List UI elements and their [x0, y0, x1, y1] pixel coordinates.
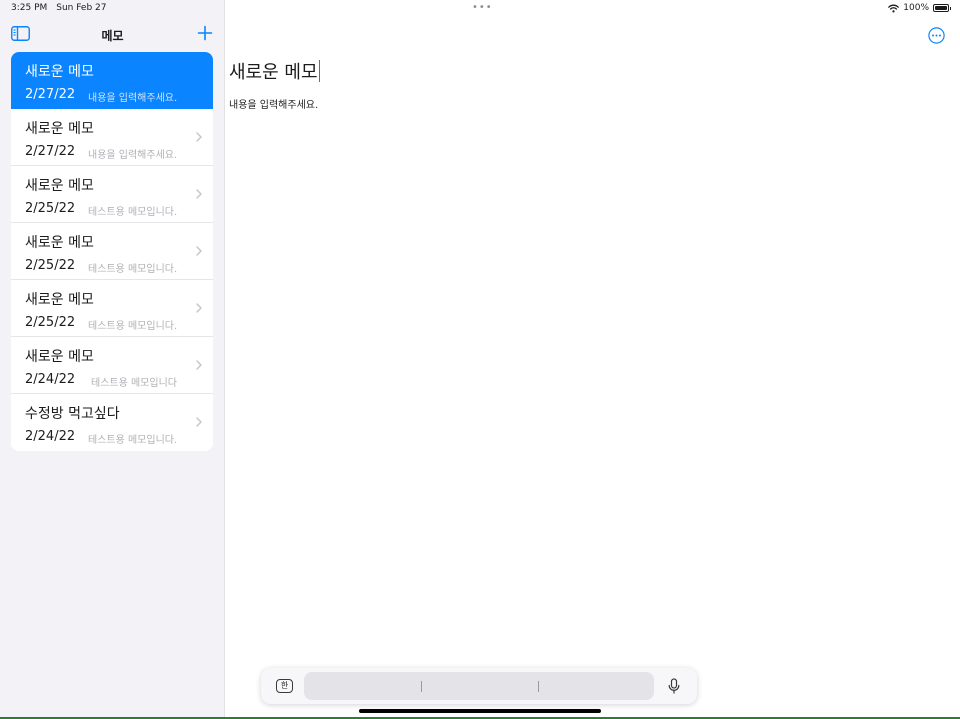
- memo-title: 새로운 메모: [25, 64, 94, 80]
- memo-preview: 테스트용 메모입니다.: [88, 264, 178, 275]
- memo-date: 2/25/22: [25, 201, 76, 216]
- memo-title: 수정방 먹고싶다: [25, 406, 120, 422]
- status-date: Sun Feb 27: [56, 3, 107, 13]
- memo-row[interactable]: 새로운 메모 2/24/22 테스트용 메모입니다: [11, 337, 213, 394]
- sidebar-title: 메모: [101, 29, 124, 43]
- memo-list: 새로운 메모 2/27/22 내용을 입력해주세요. 새로운 메모 2/27/2…: [11, 52, 213, 451]
- chevron-right-icon: [196, 132, 202, 142]
- note-body-field[interactable]: 내용을 입력해주세요.: [229, 96, 318, 111]
- chevron-right-icon: [196, 246, 202, 256]
- memo-date: 2/25/22: [25, 315, 76, 330]
- memo-title: 새로운 메모: [25, 349, 94, 365]
- memo-row[interactable]: 새로운 메모 2/27/22 내용을 입력해주세요.: [11, 109, 213, 166]
- memo-preview: 테스트용 메모입니다.: [88, 435, 178, 446]
- memo-row[interactable]: 수정방 먹고싶다 2/24/22 테스트용 메모입니다.: [11, 394, 213, 451]
- memo-preview: 테스트용 메모입니다: [91, 378, 177, 389]
- note-title-text: 새로운 메모: [229, 62, 318, 83]
- memo-date: 2/27/22: [25, 87, 76, 102]
- memo-row[interactable]: 새로운 메모 2/25/22 테스트용 메모입니다.: [11, 223, 213, 280]
- battery-icon: [933, 4, 951, 12]
- note-title-field[interactable]: 새로운 메모: [229, 58, 320, 84]
- text-cursor: [318, 60, 320, 82]
- memo-row[interactable]: 새로운 메모 2/25/22 테스트용 메모입니다.: [11, 280, 213, 337]
- chevron-right-icon: [196, 189, 202, 199]
- memo-preview: 내용을 입력해주세요.: [88, 93, 178, 104]
- memo-row-selected[interactable]: 새로운 메모 2/27/22 내용을 입력해주세요.: [11, 52, 213, 109]
- suggestion-divider: [538, 681, 539, 692]
- chevron-right-icon: [196, 303, 202, 313]
- multitasking-handle[interactable]: •••: [472, 3, 493, 13]
- memo-date: 2/27/22: [25, 144, 76, 159]
- sidebar-header: 메모: [0, 22, 225, 48]
- screen: 메모 새로운 메모 2/27/22 내용을 입력해주세요. 새로운 메모 2/2…: [0, 0, 960, 719]
- microphone-icon[interactable]: [667, 678, 681, 694]
- chevron-right-icon: [196, 417, 202, 427]
- memo-title: 새로운 메모: [25, 178, 94, 194]
- memo-date: 2/24/22: [25, 429, 76, 444]
- status-time: 3:25 PM: [11, 3, 48, 13]
- memo-date: 2/25/22: [25, 258, 76, 273]
- plus-icon[interactable]: [197, 25, 213, 41]
- sidebar: 메모 새로운 메모 2/27/22 내용을 입력해주세요. 새로운 메모 2/2…: [0, 0, 225, 719]
- battery-percent: 100%: [903, 3, 929, 13]
- status-bar-left: 3:25 PM Sun Feb 27: [11, 3, 107, 13]
- status-bar-right: 100%: [888, 3, 951, 13]
- predictive-text-bar[interactable]: [304, 672, 654, 700]
- ellipsis-circle-icon[interactable]: [928, 27, 945, 44]
- keyboard-shortcut-bar: 한: [261, 668, 697, 704]
- memo-preview: 내용을 입력해주세요.: [88, 150, 178, 161]
- memo-date: 2/24/22: [25, 372, 76, 387]
- memo-preview: 테스트용 메모입니다.: [88, 207, 178, 218]
- memo-title: 새로운 메모: [25, 235, 94, 251]
- wifi-icon: [888, 4, 900, 12]
- memo-row[interactable]: 새로운 메모 2/25/22 테스트용 메모입니다.: [11, 166, 213, 223]
- chevron-right-icon: [196, 360, 202, 370]
- memo-preview: 테스트용 메모입니다.: [88, 321, 178, 332]
- memo-title: 새로운 메모: [25, 121, 94, 137]
- home-indicator[interactable]: [359, 709, 601, 713]
- language-switch-key[interactable]: 한: [276, 679, 293, 693]
- suggestion-divider: [421, 681, 422, 692]
- memo-title: 새로운 메모: [25, 292, 94, 308]
